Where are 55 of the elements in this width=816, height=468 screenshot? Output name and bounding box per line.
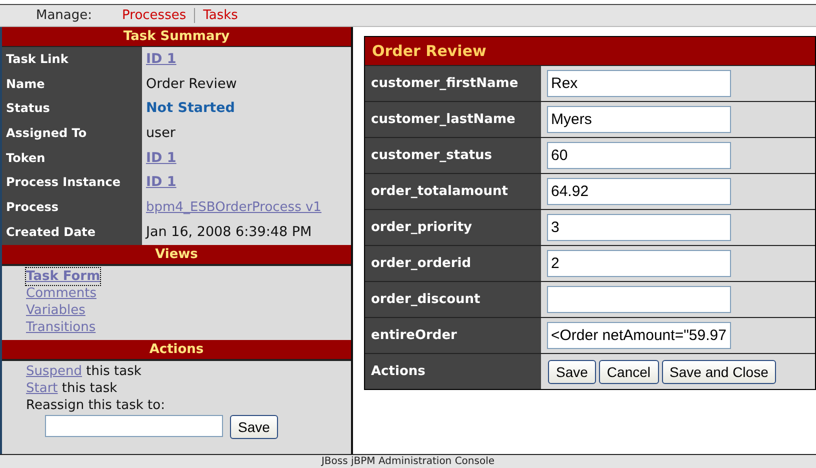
field-label: order_discount [370,291,482,309]
reassign-input[interactable] [45,414,223,436]
value-text: Order Review [146,76,237,92]
input-field[interactable]: 64.92 [547,178,731,205]
nav-link[interactable]: Tasks [194,8,246,23]
field-label: customer_lastName [370,111,516,129]
process-link[interactable]: bpm4_ESBOrderProcess v1 [146,200,322,216]
view-link[interactable]: Variables [26,302,86,318]
input-field[interactable]: Rex [547,70,731,97]
field-label: customer_status [370,147,494,165]
view-link[interactable]: Transitions [26,318,96,336]
id-link[interactable]: ID 1 [146,150,176,166]
id-link[interactable]: ID 1 [146,174,176,190]
form-title: Order Review [365,37,815,65]
row-label: Process [2,195,142,220]
view-link[interactable]: Comments [26,284,96,302]
input-field[interactable]: Myers [547,106,731,133]
input-field[interactable]: 3 [547,214,731,241]
nav-link[interactable]: Processes [114,8,194,23]
id-link[interactable]: ID 1 [146,51,176,67]
input-field[interactable]: <Order netAmount="59.97 [547,322,731,349]
form-button[interactable]: Save [548,360,596,384]
field-label: customer_firstName [370,75,520,93]
value-text: user [146,125,176,142]
action-text: this task [62,380,118,396]
footer-text: JBoss jBPM Administration Console [0,454,816,468]
row-label: Process Instance [2,170,142,196]
action-text: this task [86,364,142,378]
view-link[interactable]: Task Form [26,268,100,284]
input-field[interactable]: 2 [547,250,731,277]
row-label: Name [2,72,142,96]
section-header: Views [2,244,351,264]
row-label: Token [2,146,142,170]
field-label: order_priority [370,219,474,237]
action-link[interactable]: Suspend [26,364,82,378]
field-label: Actions [370,363,426,381]
reassign-label: Reassign this task to: [26,398,165,412]
field-label: order_orderid [370,255,472,273]
input-field[interactable]: 60 [547,142,731,169]
manage-label: Manage: [36,8,92,23]
input-field[interactable] [547,286,731,313]
row-label: Status [2,96,142,122]
field-label: entireOrder [370,327,458,345]
save-button[interactable]: Save [230,414,278,438]
section-header: Actions [2,340,351,360]
action-link[interactable]: Start [26,380,58,396]
form-button[interactable]: Cancel [598,360,659,384]
field-label: order_totalamount [370,183,509,201]
status-text: Not Started [146,100,235,116]
row-label: Created Date [2,220,142,244]
section-header: Task Summary [2,27,351,47]
value-text: Jan 16, 2008 6:39:48 PM [146,224,312,240]
row-label: Task Link [2,47,142,72]
row-label: Assigned To [2,121,142,146]
form-button[interactable]: Save and Close [662,360,776,384]
